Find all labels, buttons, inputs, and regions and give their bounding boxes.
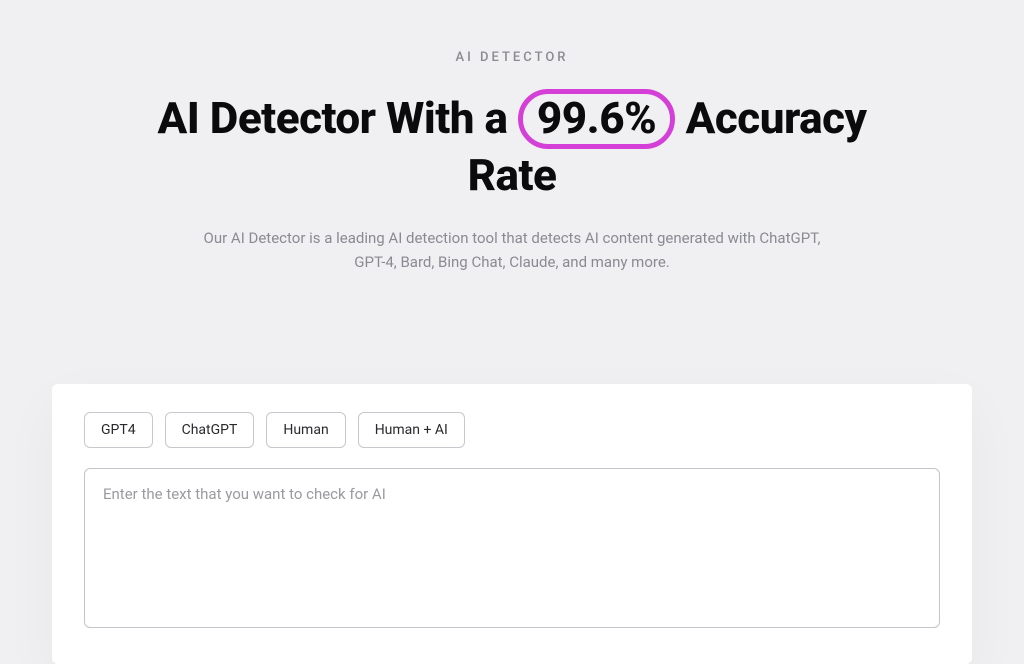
sample-tabs: GPT4 ChatGPT Human Human + AI: [84, 412, 940, 448]
hero-subtext: Our AI Detector is a leading AI detectio…: [202, 226, 822, 274]
text-input[interactable]: [84, 468, 940, 628]
headline-pre: AI Detector With a: [157, 92, 517, 144]
tab-human[interactable]: Human: [266, 412, 345, 448]
accuracy-highlight: 99.6%: [518, 89, 675, 149]
eyebrow-label: AI DETECTOR: [0, 50, 1024, 65]
hero-section: AI DETECTOR AI Detector With a 99.6% Acc…: [0, 0, 1024, 274]
tab-gpt4[interactable]: GPT4: [84, 412, 153, 448]
tab-human-plus-ai[interactable]: Human + AI: [358, 412, 465, 448]
tab-chatgpt[interactable]: ChatGPT: [165, 412, 255, 448]
page-title: AI Detector With a 99.6% Accuracy Rate: [152, 89, 872, 202]
detector-card: GPT4 ChatGPT Human Human + AI: [52, 384, 972, 664]
